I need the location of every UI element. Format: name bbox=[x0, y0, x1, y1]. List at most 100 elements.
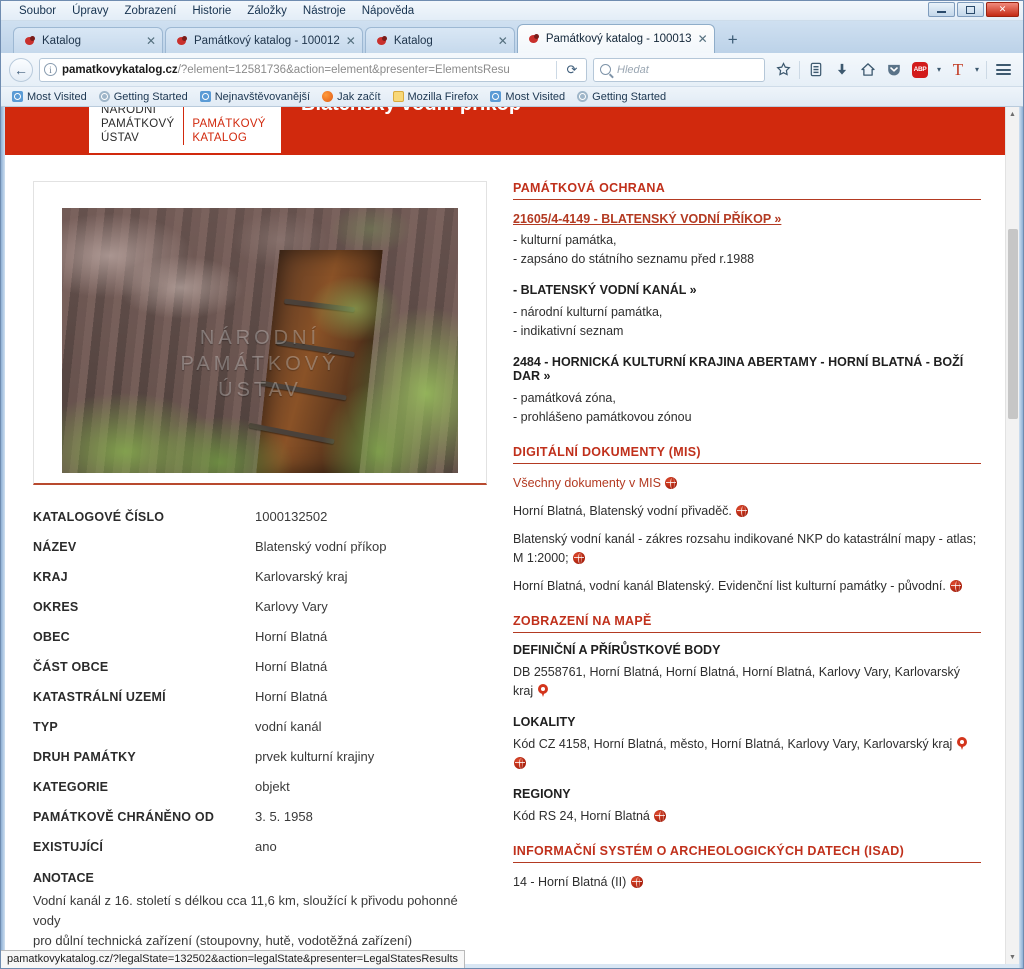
bookmark-most-visited-2[interactable]: Most Visited bbox=[485, 90, 570, 104]
detail-label: PAMÁTKOVĚ CHRÁNĚNO OD bbox=[33, 810, 215, 824]
menu-napoveda[interactable]: Nápověda bbox=[354, 3, 422, 19]
logo-npu: NÁRODNÍ PAMÁTKOVÝ ÚSTAV bbox=[89, 107, 183, 145]
page-content: Blatenský vodní příkop NÁRODNÍ PAMÁTKOVÝ… bbox=[5, 107, 1005, 964]
protection-bullet: - národní kulturní památka, bbox=[513, 305, 663, 319]
menu-upravy[interactable]: Úpravy bbox=[64, 3, 116, 19]
detail-value: prvek kulturní krajiny bbox=[255, 749, 375, 764]
scroll-down-arrow-icon[interactable]: ▼ bbox=[1006, 950, 1019, 964]
map-group-definicni-body: DEFINIČNÍ A PŘÍRŮSTKOVÉ BODY DB 2558761,… bbox=[513, 643, 981, 701]
navigation-toolbar: ← i pamatkovykatalog.cz/?element=1258173… bbox=[1, 53, 1023, 87]
bookmark-getting-started-2[interactable]: Getting Started bbox=[572, 90, 671, 104]
search-input[interactable]: Hledat bbox=[617, 64, 649, 76]
tab-close-icon[interactable]: ✕ bbox=[698, 32, 708, 46]
map-group-text-row: DB 2558761, Horní Blatná, Horní Blatná, … bbox=[513, 663, 981, 701]
menu-zalozky[interactable]: Záložky bbox=[239, 3, 295, 19]
new-tab-button[interactable]: + bbox=[721, 28, 745, 52]
map-group-heading: REGIONY bbox=[513, 787, 571, 801]
close-button[interactable]: ✕ bbox=[986, 2, 1019, 17]
scrollbar-thumb[interactable] bbox=[1008, 229, 1018, 419]
documents-all-link[interactable]: Všechny dokumenty v MIS bbox=[513, 476, 661, 490]
url-bar[interactable]: i pamatkovykatalog.cz/?element=12581736&… bbox=[39, 57, 587, 82]
site-info-icon[interactable]: i bbox=[44, 63, 57, 76]
globe-icon[interactable] bbox=[514, 757, 526, 769]
annotation-line-2: pro důlní technická zařízení (stoupovny,… bbox=[33, 933, 413, 948]
pin-icon[interactable] bbox=[537, 684, 548, 698]
monument-photo[interactable]: NÁRODNÍ PAMÁTKOVÝ ÚSTAV bbox=[62, 208, 458, 473]
section-title-isad: INFORMAČNÍ SYSTÉM O ARCHEOLOGICKÝCH DATE… bbox=[513, 844, 981, 863]
left-column: NÁRODNÍ PAMÁTKOVÝ ÚSTAV KATALOGOVÉ ČÍSLO… bbox=[5, 155, 505, 951]
globe-icon[interactable] bbox=[736, 505, 749, 517]
globe-icon[interactable] bbox=[573, 552, 586, 564]
home-icon[interactable] bbox=[856, 58, 880, 82]
protection-heading-3[interactable]: 2484 - HORNICKÁ KULTURNÍ KRAJINA ABERTAM… bbox=[513, 355, 981, 383]
bookmark-label: Mozilla Firefox bbox=[407, 90, 479, 103]
content-columns: NÁRODNÍ PAMÁTKOVÝ ÚSTAV KATALOGOVÉ ČÍSLO… bbox=[5, 155, 1005, 951]
section-isad: INFORMAČNÍ SYSTÉM O ARCHEOLOGICKÝCH DATE… bbox=[513, 844, 981, 892]
globe-icon[interactable] bbox=[950, 580, 963, 592]
globe-icon[interactable] bbox=[665, 477, 678, 489]
protection-bullet: - kulturní památka, bbox=[513, 233, 617, 247]
tab-katalog-1[interactable]: Katalog ✕ bbox=[13, 27, 163, 53]
tab-pamatkovy-katalog-2[interactable]: Památkový katalog - 100013 ✕ bbox=[516, 24, 715, 53]
detail-label: TYP bbox=[33, 720, 58, 734]
globe-icon[interactable] bbox=[654, 810, 667, 822]
library-icon[interactable] bbox=[804, 58, 828, 82]
tab-close-icon[interactable]: ✕ bbox=[346, 34, 356, 48]
globe-icon[interactable] bbox=[630, 876, 643, 888]
detail-row-okres: OKRES Karlovy Vary bbox=[33, 591, 487, 621]
map-group-regiony: REGIONY Kód RS 24, Horní Blatná bbox=[513, 787, 981, 826]
adblock-plus-icon[interactable]: ABP bbox=[908, 58, 932, 82]
tab-close-icon[interactable]: ✕ bbox=[498, 34, 508, 48]
pin-icon[interactable] bbox=[956, 737, 967, 751]
bookmark-mozilla-firefox-folder[interactable]: Mozilla Firefox bbox=[388, 90, 484, 104]
tampermonkey-icon[interactable]: T bbox=[946, 58, 970, 82]
pocket-icon[interactable] bbox=[882, 58, 906, 82]
menu-zobrazeni[interactable]: Zobrazení bbox=[117, 3, 185, 19]
logo-divider bbox=[183, 107, 185, 145]
tab-pamatkovy-katalog-1[interactable]: Památkový katalog - 100012 ✕ bbox=[165, 27, 363, 53]
detail-table: KATALOGOVÉ ČÍSLO 1000132502 NÁZEV Blaten… bbox=[33, 501, 487, 951]
tab-close-icon[interactable]: ✕ bbox=[146, 34, 156, 48]
map-group-text: DB 2558761, Horní Blatná, Horní Blatná, … bbox=[513, 665, 960, 698]
close-icon: ✕ bbox=[998, 4, 1007, 14]
menu-historie[interactable]: Historie bbox=[184, 3, 239, 19]
annotation-text: Vodní kanál z 16. století s délkou cca 1… bbox=[33, 891, 487, 951]
bookmark-most-visited-1[interactable]: Most Visited bbox=[7, 90, 92, 104]
reload-icon[interactable]: ⟳ bbox=[562, 62, 582, 78]
document-item-2: Blatenský vodní kanál - zákres rozsahu i… bbox=[513, 530, 981, 568]
bookmark-nejnavstevovanejsi[interactable]: Nejnavštěvovanější bbox=[195, 90, 315, 104]
bookmark-jak-zacit[interactable]: Jak začít bbox=[317, 90, 385, 104]
menu-nastroje[interactable]: Nástroje bbox=[295, 3, 354, 19]
scroll-up-arrow-icon[interactable]: ▲ bbox=[1006, 107, 1019, 121]
search-box[interactable]: Hledat bbox=[593, 57, 765, 82]
bookmark-getting-started-1[interactable]: Getting Started bbox=[94, 90, 193, 104]
window-controls: ✕ bbox=[928, 2, 1019, 17]
hamburger-lines bbox=[995, 64, 1011, 75]
detail-value: ano bbox=[255, 839, 277, 854]
protection-link-1[interactable]: 21605/4-4149 - BLATENSKÝ VODNÍ PŘÍKOP » bbox=[513, 212, 781, 226]
detail-row-obec: OBEC Horní Blatná bbox=[33, 621, 487, 651]
tab-title: Památkový katalog - 100013 bbox=[545, 33, 692, 45]
downloads-icon[interactable] bbox=[830, 58, 854, 82]
page-scrollbar[interactable]: ▲ ▼ bbox=[1005, 107, 1019, 964]
menu-hamburger-icon[interactable] bbox=[991, 58, 1015, 82]
tab-katalog-2[interactable]: Katalog ✕ bbox=[364, 27, 515, 53]
documents-all-link-row[interactable]: Všechny dokumenty v MIS bbox=[513, 474, 981, 493]
minimize-button[interactable] bbox=[928, 2, 955, 17]
photo-frame: NÁRODNÍ PAMÁTKOVÝ ÚSTAV bbox=[33, 181, 487, 485]
bookmark-star-icon[interactable] bbox=[771, 58, 795, 82]
logo-line-2: PAMÁTKOVÝ bbox=[101, 118, 175, 130]
map-group-heading: DEFINIČNÍ A PŘÍRŮSTKOVÉ BODY bbox=[513, 643, 721, 657]
protection-heading-2[interactable]: - BLATENSKÝ VODNÍ KANÁL » bbox=[513, 283, 981, 297]
detail-label: KRAJ bbox=[33, 570, 68, 584]
photo-grass-right bbox=[62, 208, 458, 473]
back-button[interactable]: ← bbox=[9, 57, 33, 82]
maximize-button[interactable] bbox=[957, 2, 984, 17]
tab-title: Katalog bbox=[393, 34, 433, 47]
site-logo[interactable]: NÁRODNÍ PAMÁTKOVÝ ÚSTAV PAMÁTKOVÝ KATALO… bbox=[89, 107, 281, 153]
menu-soubor[interactable]: Soubor bbox=[11, 3, 64, 19]
toolbar-divider-2 bbox=[986, 60, 987, 79]
adblock-caret-icon[interactable]: ▾ bbox=[934, 65, 944, 74]
overflow-caret-icon[interactable]: ▾ bbox=[972, 65, 982, 74]
toolbar-icons: ABP ▾ T ▾ bbox=[771, 58, 1015, 82]
